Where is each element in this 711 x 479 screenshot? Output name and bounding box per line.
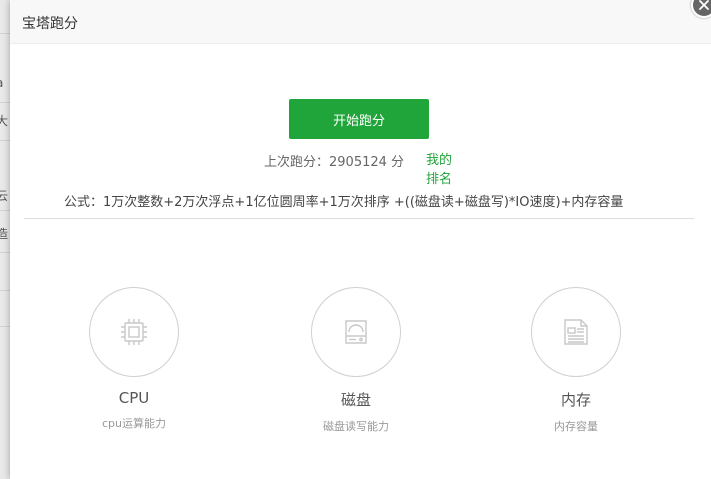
background-text: 大 — [0, 114, 9, 128]
cpu-circle-button[interactable] — [89, 287, 179, 377]
memory-circle-button[interactable] — [531, 287, 621, 377]
disk-item: 磁盘 磁盘读写能力 — [276, 287, 436, 434]
background-divider — [0, 102, 10, 103]
cpu-item: CPU cpu运算能力 — [54, 287, 214, 431]
disk-label: 磁盘 — [340, 391, 371, 409]
score-formula: 公式：1万次整数+2万次浮点+1亿位圆周率+1万次排序 +((磁盘读+磁盘写)*… — [64, 195, 624, 210]
background-divider — [0, 290, 10, 291]
cpu-label: CPU — [118, 389, 150, 407]
background-text: 造 — [0, 227, 9, 241]
cpu-description: cpu运算能力 — [101, 417, 166, 430]
my-rank-link[interactable]: 我的排名 — [423, 151, 455, 189]
start-benchmark-button[interactable]: 开始跑分 — [289, 99, 429, 139]
close-icon — [699, 0, 709, 10]
benchmark-dialog: 宝塔跑分 开始跑分 上次跑分：2905124 分 我的排名 公式：1万次整数+2… — [10, 0, 711, 479]
dialog-title: 宝塔跑分 — [22, 16, 78, 32]
disk-description: 磁盘读写能力 — [323, 420, 389, 433]
background-divider — [0, 140, 10, 141]
divider — [24, 218, 694, 219]
memory-icon — [564, 319, 588, 345]
background-text: 云 — [0, 189, 9, 203]
disk-circle-button[interactable] — [311, 287, 401, 377]
hard-disk-icon — [345, 320, 367, 344]
cpu-chip-icon — [121, 319, 147, 345]
background-divider — [0, 33, 10, 34]
last-score-text: 上次跑分：2905124 分 — [264, 155, 405, 170]
background-text: a — [0, 76, 10, 90]
background-divider — [0, 252, 10, 253]
background-divider — [0, 326, 10, 327]
dialog-header: 宝塔跑分 — [10, 0, 711, 44]
memory-item: 内存 内存容量 — [496, 287, 656, 434]
background-divider — [0, 210, 10, 211]
memory-label: 内存 — [560, 391, 591, 409]
background-page: a 大 云 造 — [0, 0, 10, 479]
memory-description: 内存容量 — [554, 420, 598, 433]
